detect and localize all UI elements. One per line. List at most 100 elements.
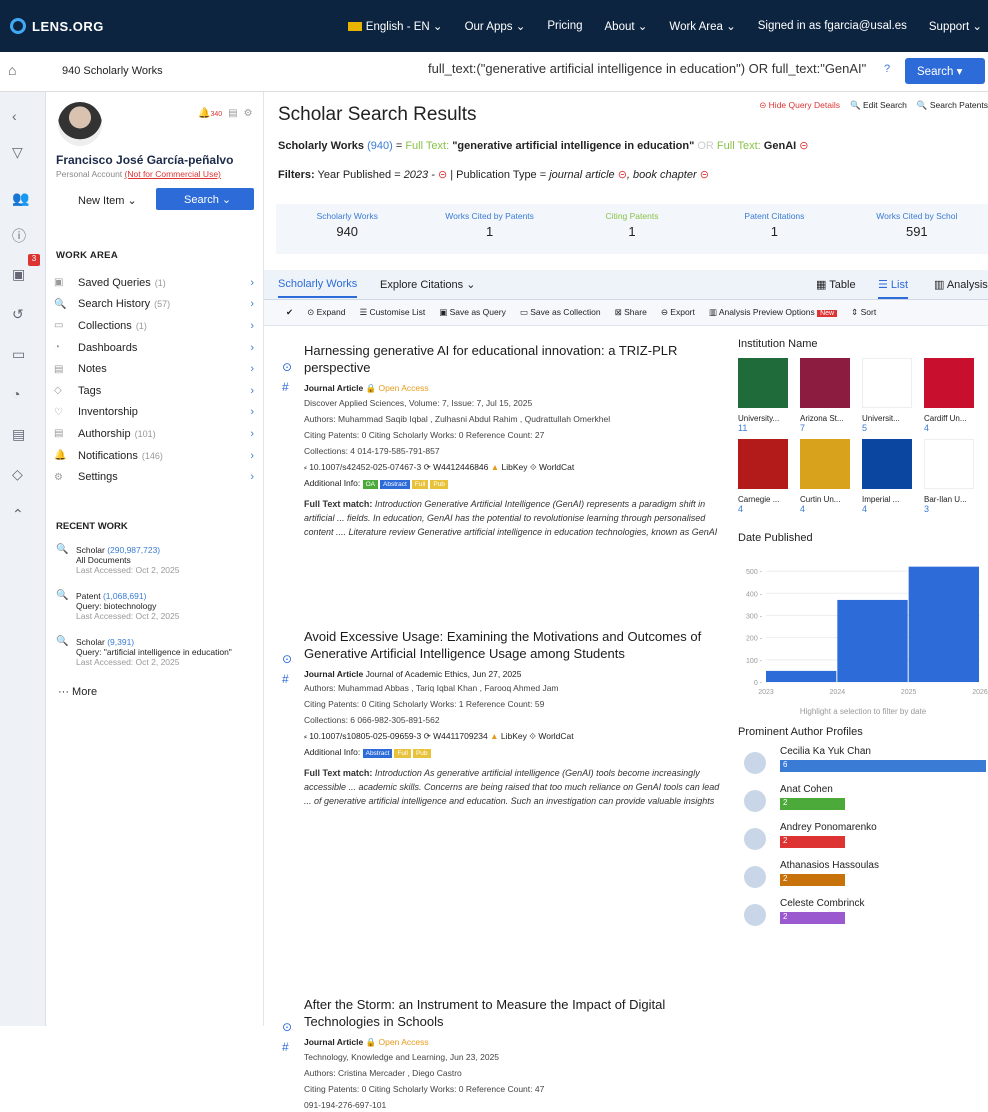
pricing-link[interactable]: Pricing [547, 20, 582, 32]
remove-type-filter-icon[interactable]: ⊝ [618, 169, 627, 181]
remove-year-filter-icon[interactable]: ⊝ [438, 169, 447, 181]
expand-button[interactable]: ⊙ Expand [307, 307, 345, 318]
home-icon[interactable]: ⌂ [8, 62, 16, 78]
save-as-query-button[interactable]: ▣ Save as Query [439, 307, 506, 318]
sidebar-item-notifications[interactable]: 🔔 Notifications (146) › [54, 445, 254, 467]
institution-item[interactable]: Carnegie ... 4 [738, 439, 800, 514]
date-histogram[interactable]: 0 - 100 - 200 - 300 - 400 - 500 - 2023 2024 2025… [738, 552, 988, 702]
search-patents-link[interactable]: 🔍 Search Patents [917, 100, 988, 111]
tab-table[interactable]: ▦ Table [816, 278, 856, 291]
institution-item[interactable]: University... 11 [738, 358, 800, 433]
tab-list[interactable]: ☰ List [878, 278, 909, 299]
openalex-link[interactable]: ⟳ W4412446846 [424, 462, 489, 472]
user-name[interactable]: Francisco José García-peñalvo [56, 153, 233, 167]
sidebar-search-button[interactable]: Search ⌄ [156, 188, 254, 210]
edit-search-link[interactable]: 🔍 Edit Search [850, 100, 907, 111]
author-profile[interactable]: Cecilia Ka Yuk Chan 6 [738, 746, 988, 784]
account-note[interactable]: (Not for Commercial Use) [125, 169, 221, 179]
sidebar-item-settings[interactable]: ⚙ Settings › [54, 466, 254, 488]
libkey-link[interactable]: ▲ LibKey [490, 731, 527, 741]
institution-item[interactable]: Bar-Ilan U... 3 [924, 439, 986, 514]
share-button[interactable]: ⊠ Share [615, 307, 647, 318]
notification-icon[interactable]: 🔔340 [198, 108, 222, 119]
save-icon[interactable]: ▣ [12, 266, 25, 283]
expand-result-icon[interactable]: ⊙ [282, 652, 292, 666]
recent-work-item[interactable]: 🔍 Patent (1,068,691) Query: biotechnolog… [56, 591, 256, 622]
stat-citing-patents[interactable]: Citing Patents 1 [561, 204, 703, 254]
work-area-menu[interactable]: Work Area ⌄ [669, 19, 735, 33]
hash-icon[interactable]: # [282, 1040, 289, 1054]
institution-item[interactable]: Universit... 5 [862, 358, 924, 433]
id-card-icon[interactable]: ▤ [228, 108, 237, 119]
search-query-input[interactable]: full_text:("generative artificial intell… [428, 61, 866, 76]
analysis-preview-button[interactable]: ▥ Analysis Preview Options New [709, 307, 838, 318]
worldcat-link[interactable]: ⟐ WorldCat [529, 731, 573, 741]
info-icon[interactable]: ⓘ [12, 226, 26, 246]
select-all-check[interactable]: ✔ [286, 307, 293, 318]
language-menu[interactable]: English - EN ⌄ [347, 19, 443, 33]
stat-cited-by-patents[interactable]: Works Cited by Patents 1 [418, 204, 560, 254]
expand-result-icon[interactable]: ⊙ [282, 1020, 292, 1034]
avatar[interactable] [58, 102, 102, 146]
author-profile[interactable]: Celeste Combrinck 2 [738, 898, 988, 936]
worldcat-link[interactable]: ⟐ WorldCat [530, 462, 574, 472]
tab-analysis[interactable]: ▥ Analysis [934, 278, 988, 291]
recent-work-item[interactable]: 🔍 Scholar (290,987,723) All Documents La… [56, 545, 256, 576]
hide-query-link[interactable]: ⊝ Hide Query Details [759, 100, 840, 111]
doi-link[interactable]: ⸗ 10.1007/s10805-025-09659-3 [304, 731, 421, 741]
new-item-button[interactable]: New Item ⌄ [78, 194, 137, 207]
more-recent-link[interactable]: ··· More [58, 686, 97, 698]
institution-item[interactable]: Arizona St... 7 [800, 358, 862, 433]
author-profile[interactable]: Andrey Ponomarenko 2 [738, 822, 988, 860]
stat-scholarly-works[interactable]: Scholarly Works 940 [276, 204, 418, 254]
tag-icon[interactable]: ◇ [12, 466, 23, 483]
institution-item[interactable]: Cardiff Un... 4 [924, 358, 986, 433]
lens-logo[interactable]: LENS.ORG [10, 18, 104, 34]
sidebar-item-inventorship[interactable]: ♡ Inventorship › [54, 402, 254, 424]
stat-patent-citations[interactable]: Patent Citations 1 [703, 204, 845, 254]
sidebar-item-collections[interactable]: ▭ Collections (1) › [54, 315, 254, 337]
expand-result-icon[interactable]: ⊙ [282, 360, 292, 374]
result-title[interactable]: Avoid Excessive Usage: Examining the Mot… [304, 628, 724, 662]
about-menu[interactable]: About ⌄ [605, 19, 648, 33]
customise-list-button[interactable]: ☰ Customise List [359, 307, 425, 318]
dashboard-icon[interactable]: ◔ [12, 386, 20, 402]
our-apps-menu[interactable]: Our Apps ⌄ [465, 19, 526, 33]
result-title[interactable]: After the Storm: an Instrument to Measur… [304, 996, 724, 1030]
hash-icon[interactable]: # [282, 672, 289, 686]
recent-work-item[interactable]: 🔍 Scholar (9,391) Query: "artificial int… [56, 637, 256, 668]
export-button[interactable]: ⊖ Export [661, 307, 695, 318]
search-button[interactable]: Search ▾ [905, 58, 985, 84]
folder-icon[interactable]: ▭ [12, 346, 25, 363]
sidebar-item-authorship[interactable]: ▤ Authorship (101) › [54, 423, 254, 445]
gear-icon[interactable]: ⚙ [244, 108, 253, 119]
chevron-up-icon[interactable]: ⌃ [12, 506, 24, 523]
notes-icon[interactable]: ▤ [12, 426, 25, 443]
libkey-link[interactable]: ▲ LibKey [491, 462, 528, 472]
openalex-link[interactable]: ⟳ W4411709234 [424, 731, 488, 741]
remove-term-icon[interactable]: ⊝ [799, 140, 808, 152]
stat-cited-by-scholarly[interactable]: Works Cited by Schol 591 [846, 204, 988, 254]
tab-explore-citations[interactable]: Explore Citations ⌄ [380, 278, 475, 291]
history-icon[interactable]: ↺ [12, 306, 24, 323]
sidebar-item-saved-queries[interactable]: ▣ Saved Queries (1) › [54, 272, 254, 294]
sidebar-item-notes[interactable]: ▤ Notes › [54, 358, 254, 380]
institution-item[interactable]: Curtin Un... 4 [800, 439, 862, 514]
remove-type2-filter-icon[interactable]: ⊝ [700, 169, 709, 181]
sidebar-item-dashboards[interactable]: ◔ Dashboards › [54, 337, 254, 359]
author-profile[interactable]: Athanasios Hassoulas 2 [738, 860, 988, 898]
users-icon[interactable]: 👥 [12, 190, 29, 207]
institution-item[interactable]: Imperial ... 4 [862, 439, 924, 514]
hash-icon[interactable]: # [282, 380, 289, 394]
help-icon[interactable]: ? [884, 63, 890, 75]
support-menu[interactable]: Support ⌄ [929, 19, 982, 33]
save-as-collection-button[interactable]: ▭ Save as Collection [520, 307, 601, 318]
collapse-icon[interactable]: ‹ [12, 108, 17, 124]
sidebar-item-search-history[interactable]: 🔍 Search History (57) › [54, 294, 254, 316]
tab-scholarly-works[interactable]: Scholarly Works [278, 278, 358, 298]
filter-icon[interactable]: ▽ [12, 144, 23, 161]
sidebar-item-tags[interactable]: ◇ Tags › [54, 380, 254, 402]
doi-link[interactable]: ⸗ 10.1007/s42452-025-07467-3 [304, 462, 421, 472]
author-profile[interactable]: Anat Cohen 2 [738, 784, 988, 822]
result-title[interactable]: Harnessing generative AI for educational… [304, 342, 724, 376]
